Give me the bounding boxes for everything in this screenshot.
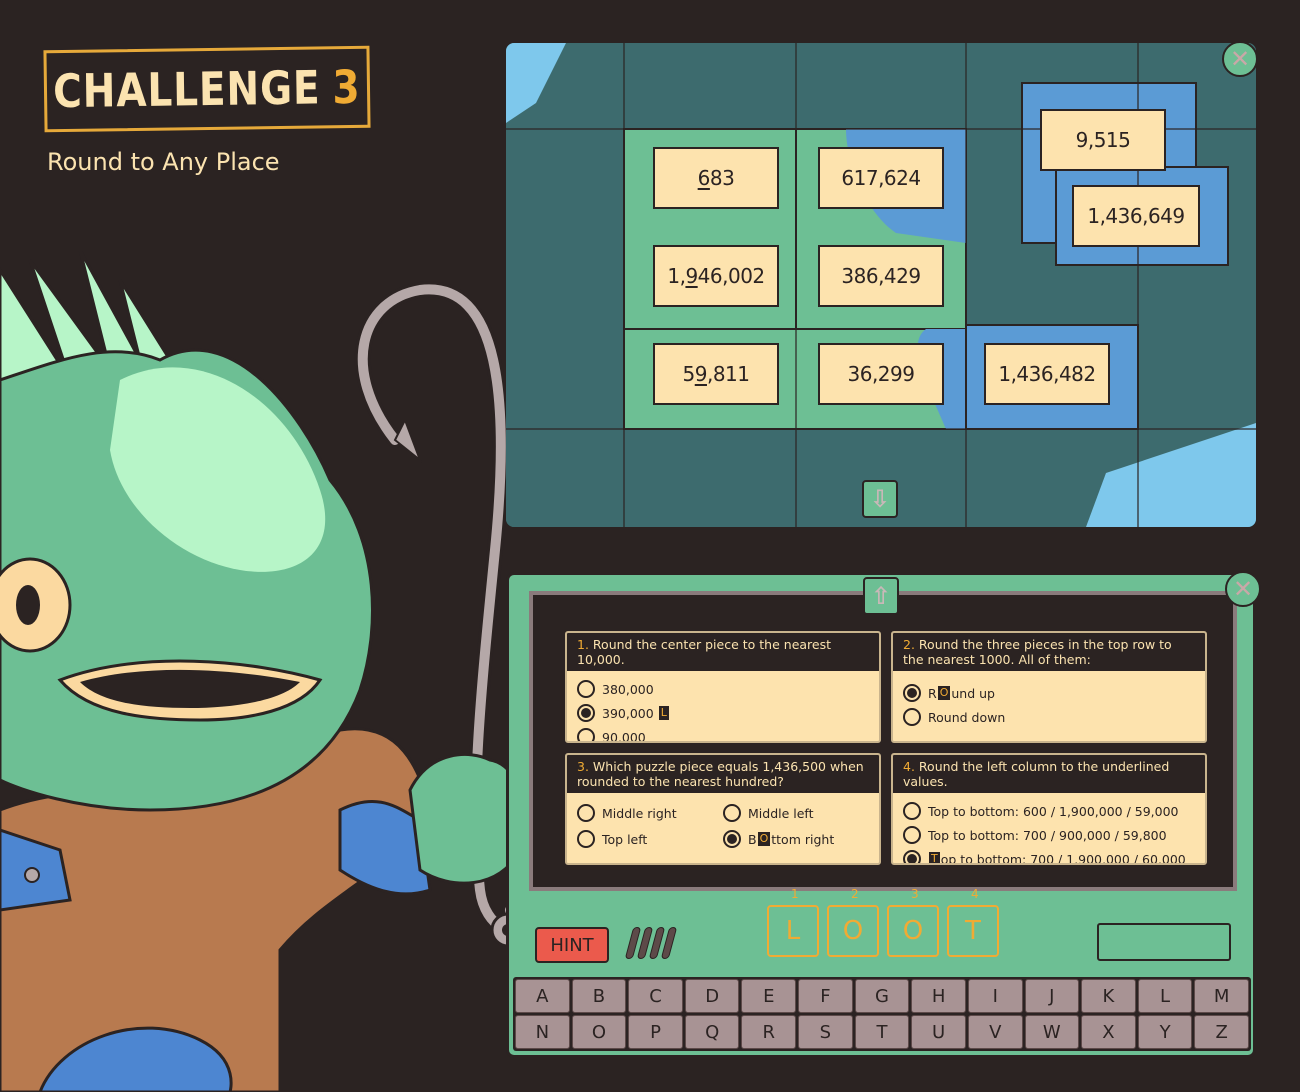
- key-f[interactable]: F: [798, 979, 853, 1013]
- letter-tag: O: [757, 832, 771, 846]
- letter-tag: O: [937, 686, 951, 700]
- challenge-title-box: CHALLENGE 3: [43, 45, 371, 133]
- question-3-text: 3. Which puzzle piece equals 1,436,500 w…: [567, 755, 879, 793]
- answer-slot-3[interactable]: O: [887, 905, 939, 957]
- key-v[interactable]: V: [967, 1015, 1023, 1049]
- key-q[interactable]: Q: [684, 1015, 740, 1049]
- q4-option-2[interactable]: Top to bottom: 700 / 900,000 / 59,800: [903, 823, 1195, 847]
- q3-option-top-left[interactable]: Top left: [577, 827, 723, 851]
- radio-button[interactable]: [903, 802, 921, 820]
- key-p[interactable]: P: [628, 1015, 683, 1049]
- puzzle-piece-center[interactable]: 386,429: [818, 245, 944, 307]
- key-z[interactable]: Z: [1194, 1015, 1249, 1049]
- letter-tag: T: [929, 852, 940, 865]
- close-icon: ✕: [1232, 575, 1254, 603]
- key-i[interactable]: I: [967, 979, 1023, 1013]
- answer-slot-1[interactable]: L: [767, 905, 819, 957]
- expand-up-button[interactable]: ⇧: [863, 577, 899, 615]
- radio-button[interactable]: [577, 804, 595, 822]
- q4-option-1[interactable]: Top to bottom: 600 / 1,900,000 / 59,000: [903, 799, 1195, 823]
- key-s[interactable]: S: [798, 1015, 853, 1049]
- arrow-down-icon: ⇩: [869, 485, 891, 513]
- puzzle-piece-top-center[interactable]: 617,624: [818, 147, 944, 209]
- puzzle-piece-loose-1[interactable]: 9,515: [1040, 109, 1166, 171]
- letter-tag: L: [658, 706, 669, 720]
- q1-option-2[interactable]: 390,000 L: [577, 701, 869, 725]
- radio-button[interactable]: [577, 728, 595, 741]
- key-x[interactable]: X: [1081, 1015, 1136, 1049]
- close-icon: ✕: [1229, 45, 1251, 73]
- radio-button[interactable]: [577, 830, 595, 848]
- question-card-4: 4. Round the left column to the underlin…: [891, 753, 1207, 865]
- radio-button[interactable]: [577, 680, 595, 698]
- answer-slot-2[interactable]: O: [827, 905, 879, 957]
- q2-option-2[interactable]: Round down: [903, 705, 1195, 729]
- question-1-text: 1. Round the center piece to the nearest…: [567, 633, 879, 671]
- question-2-text: 2. Round the three pieces in the top row…: [893, 633, 1205, 671]
- key-a[interactable]: A: [515, 979, 570, 1013]
- puzzle-piece-loose-2[interactable]: 1,436,649: [1072, 185, 1200, 247]
- fish-monster-character: [0, 250, 526, 1092]
- hint-button[interactable]: HINT: [535, 927, 609, 963]
- q2-option-1[interactable]: R Ound up: [903, 681, 1195, 705]
- q3-option-middle-right[interactable]: Middle right: [577, 801, 723, 825]
- key-m[interactable]: M: [1194, 979, 1249, 1013]
- radio-button-selected[interactable]: [903, 684, 921, 702]
- question-4-text: 4. Round the left column to the underlin…: [893, 755, 1205, 793]
- key-l[interactable]: L: [1137, 979, 1193, 1013]
- question-card-3: 3. Which puzzle piece equals 1,436,500 w…: [565, 753, 881, 865]
- puzzle-piece-bottom-left[interactable]: 5 9,811: [653, 343, 779, 405]
- key-r[interactable]: R: [741, 1015, 797, 1049]
- status-display: [1097, 923, 1231, 961]
- letter-keyboard: ABCDEFGHIJKLM NOPQRSTUVWXYZ: [513, 977, 1251, 1051]
- q1-option-3[interactable]: 90,000: [577, 725, 869, 741]
- q3-option-middle-left[interactable]: Middle left: [723, 801, 869, 825]
- key-b[interactable]: B: [571, 979, 627, 1013]
- challenge-subtitle: Round to Any Place: [47, 148, 280, 176]
- key-c[interactable]: C: [628, 979, 683, 1013]
- key-t[interactable]: T: [854, 1015, 910, 1049]
- collapse-down-button[interactable]: ⇩: [862, 480, 898, 518]
- question-card-1: 1. Round the center piece to the nearest…: [565, 631, 881, 743]
- radio-button[interactable]: [903, 826, 921, 844]
- key-y[interactable]: Y: [1137, 1015, 1193, 1049]
- board-close-button[interactable]: ✕: [1222, 43, 1256, 77]
- radio-button-selected[interactable]: [723, 830, 741, 848]
- key-o[interactable]: O: [571, 1015, 627, 1049]
- key-g[interactable]: G: [854, 979, 910, 1013]
- puzzle-piece-bottom-center[interactable]: 36,299: [818, 343, 944, 405]
- key-w[interactable]: W: [1024, 1015, 1080, 1049]
- key-e[interactable]: E: [741, 979, 797, 1013]
- question-card-2: 2. Round the three pieces in the top row…: [891, 631, 1207, 743]
- slot-number-1: 1: [791, 887, 799, 901]
- puzzle-piece-middle-left[interactable]: 1, 9 46,002: [653, 245, 779, 307]
- slot-number-4: 4: [971, 887, 979, 901]
- puzzle-piece-top-left[interactable]: 6 83: [653, 147, 779, 209]
- panel-close-button[interactable]: ✕: [1225, 571, 1261, 607]
- challenge-number: 3: [332, 59, 362, 115]
- key-d[interactable]: D: [684, 979, 740, 1013]
- questions-screen: 1. Round the center piece to the nearest…: [529, 591, 1237, 891]
- q3-option-bottom-right[interactable]: B Ottom right: [723, 827, 869, 851]
- radio-button[interactable]: [903, 708, 921, 726]
- q4-option-3[interactable]: Top to bottom: 700 / 1,900,000 / 60,000: [903, 847, 1195, 865]
- radio-button-selected[interactable]: [903, 850, 921, 863]
- key-u[interactable]: U: [911, 1015, 966, 1049]
- puzzle-board: 6 83 617,624 1, 9 46,002 386,429 5 9,811 36,…: [506, 43, 1256, 527]
- puzzle-piece-bottom-right[interactable]: 1,436,482: [984, 343, 1110, 405]
- slot-number-2: 2: [851, 887, 859, 901]
- radio-button[interactable]: [723, 804, 741, 822]
- question-panel: ⇧ ✕ 1. Round the center piece to the nea…: [506, 571, 1261, 1058]
- q1-option-1[interactable]: 380,000: [577, 677, 869, 701]
- key-k[interactable]: K: [1081, 979, 1136, 1013]
- answer-slot-4[interactable]: T: [947, 905, 999, 957]
- key-n[interactable]: N: [515, 1015, 570, 1049]
- radio-button-selected[interactable]: [577, 704, 595, 722]
- key-j[interactable]: J: [1024, 979, 1080, 1013]
- key-h[interactable]: H: [911, 979, 966, 1013]
- slot-number-3: 3: [911, 887, 919, 901]
- arrow-up-icon: ⇧: [870, 582, 892, 610]
- challenge-title: CHALLENGE 3: [52, 59, 362, 119]
